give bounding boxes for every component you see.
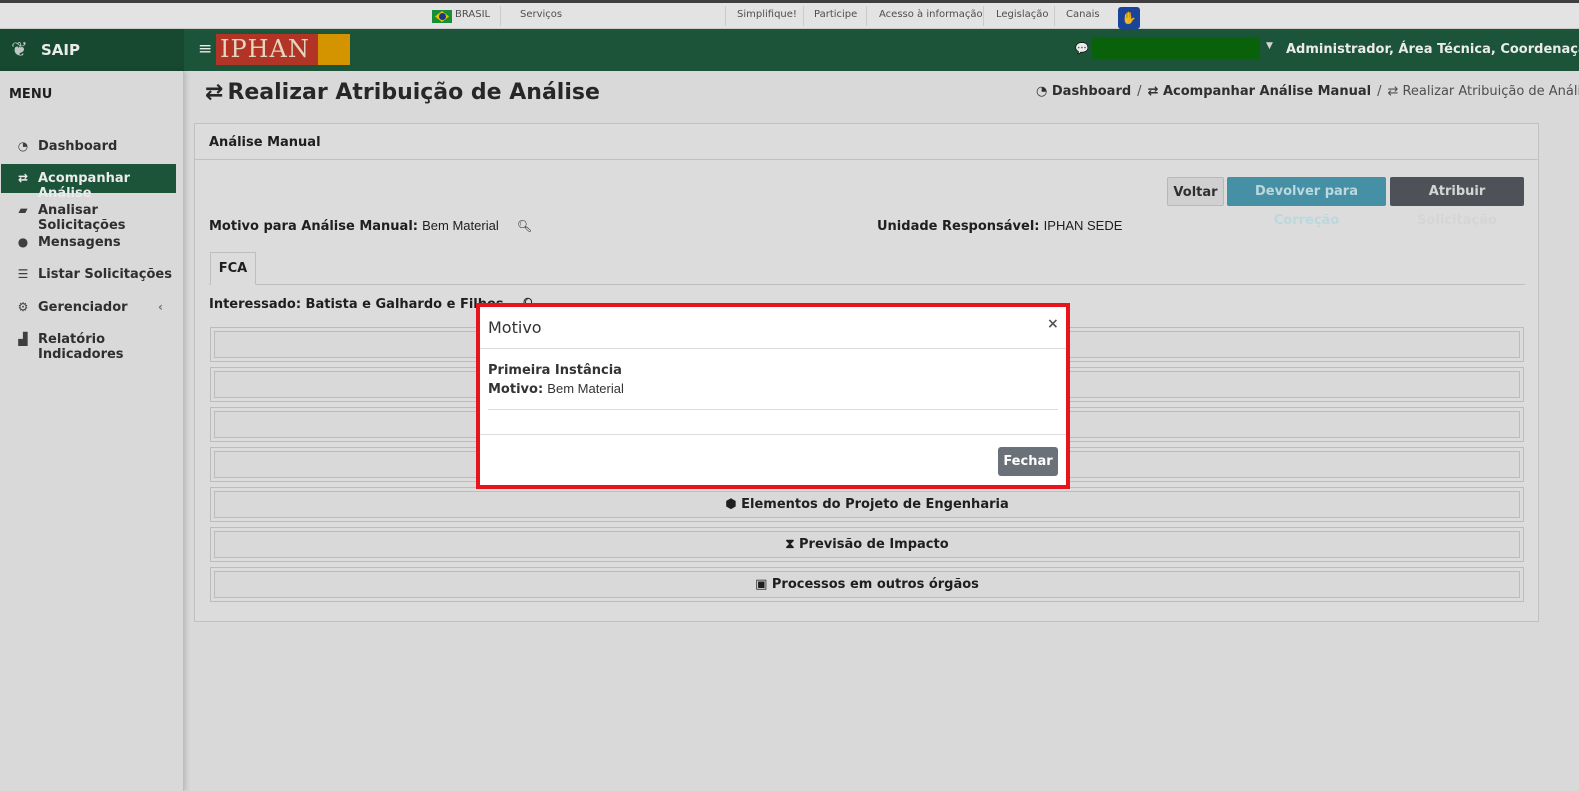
fechar-button[interactable]: Fechar bbox=[998, 447, 1058, 476]
motivo-modal: Motivo × Primeira Instância Motivo: Bem … bbox=[476, 303, 1070, 489]
modal-motivo: Motivo: Bem Material bbox=[488, 381, 624, 397]
modal-header: Motivo × bbox=[480, 307, 1066, 349]
divider bbox=[480, 434, 1066, 435]
modal-motivo-value: Bem Material bbox=[547, 381, 624, 396]
close-icon[interactable]: × bbox=[1047, 316, 1059, 332]
modal-motivo-label: Motivo: bbox=[488, 382, 544, 397]
modal-title: Motivo bbox=[488, 318, 542, 337]
modal-instance: Primeira Instância bbox=[488, 363, 622, 378]
divider bbox=[488, 409, 1058, 410]
